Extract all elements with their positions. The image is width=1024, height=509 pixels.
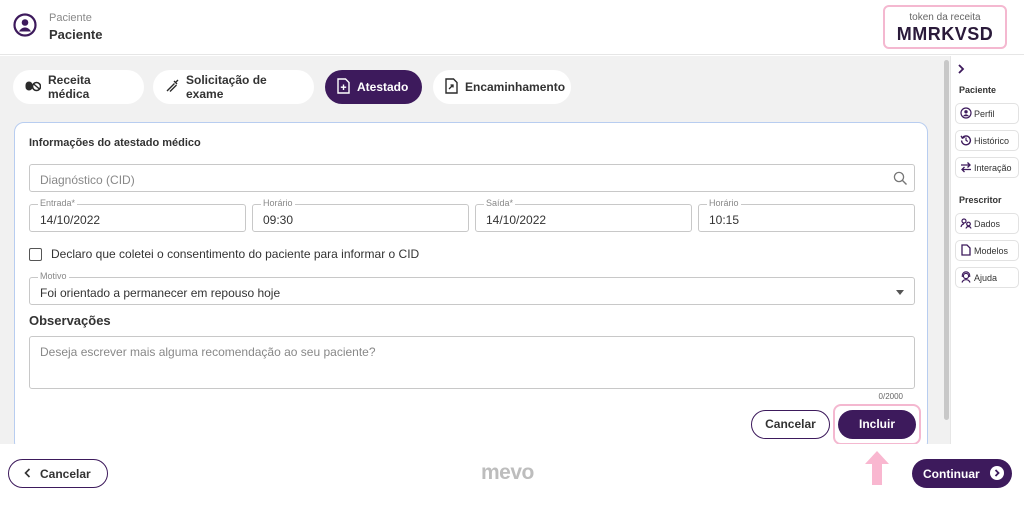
entrada-label: Entrada* <box>38 198 78 208</box>
sidebar-item-label: Ajuda <box>974 272 998 283</box>
tab-label: Solicitação de exame <box>186 73 267 101</box>
sidebar-item-label: Histórico <box>974 135 1010 146</box>
swap-arrows-icon <box>960 161 974 175</box>
character-counter: 0/2000 <box>878 392 903 401</box>
footer-bar: Cancelar mevo Continuar <box>0 444 1024 509</box>
saida-date-field[interactable]: Saída* 14/10/2022 <box>475 198 692 232</box>
back-cancel-label: Cancelar <box>40 466 91 481</box>
sidebar-item-label: Perfil <box>974 108 995 119</box>
saida-value: 14/10/2022 <box>486 213 547 227</box>
sidebar-item-dados[interactable]: Dados <box>955 213 1019 234</box>
continue-label: Continuar <box>923 466 980 481</box>
chevron-down-icon[interactable] <box>896 290 904 295</box>
consent-checkbox[interactable] <box>29 247 42 261</box>
arrow-up-icon <box>864 450 890 491</box>
user-circle-icon <box>960 106 974 121</box>
token-label: token da receita <box>909 12 981 23</box>
scrollbar[interactable] <box>943 56 950 444</box>
document-plus-icon <box>337 77 357 97</box>
horario-entrada-label: Horário <box>261 198 295 208</box>
cancel-button[interactable]: Cancelar <box>751 410 830 439</box>
patient-name: Paciente <box>49 27 103 42</box>
sidebar-item-label: Interação <box>974 162 1012 173</box>
tab-label: Receita médica <box>48 73 91 101</box>
sidebar-item-label: Modelos <box>974 245 1009 256</box>
form-title: Informações do atestado médico <box>29 137 201 149</box>
sidebar-item-label: Dados <box>974 218 1001 229</box>
motivo-select[interactable]: Motivo Foi orientado a permanecer em rep… <box>29 271 915 305</box>
back-cancel-button[interactable]: Cancelar <box>8 459 108 488</box>
pills-icon <box>25 80 48 95</box>
chevron-right-icon[interactable] <box>957 64 965 77</box>
tab-receita-medica[interactable]: Receita médica <box>13 70 144 104</box>
right-sidebar: Paciente Perfil Histórico Interação Pres… <box>950 56 1024 444</box>
arrow-right-circle-icon <box>990 466 1004 480</box>
syringe-icon <box>165 79 186 96</box>
observacoes-textarea[interactable]: Deseja escrever mais alguma recomendação… <box>29 336 915 389</box>
motivo-label: Motivo <box>38 271 69 281</box>
tab-encaminhamento[interactable]: Encaminhamento <box>433 70 571 104</box>
sidebar-item-perfil[interactable]: Perfil <box>955 103 1019 124</box>
tab-label: Atestado <box>357 80 409 94</box>
sidebar-item-modelos[interactable]: Modelos <box>955 240 1019 261</box>
sidebar-item-ajuda[interactable]: Ajuda <box>955 267 1019 288</box>
diagnosis-placeholder: Diagnóstico (CID) <box>40 173 135 187</box>
motivo-value: Foi orientado a permanecer em repouso ho… <box>40 286 281 300</box>
document-arrow-icon <box>445 77 465 97</box>
sidebar-section-prescritor: Prescritor <box>959 195 1002 205</box>
entrada-date-field[interactable]: Entrada* 14/10/2022 <box>29 198 246 232</box>
sidebar-item-interacao[interactable]: Interação <box>955 157 1019 178</box>
search-icon[interactable] <box>893 171 908 191</box>
horario-entrada-value: 09:30 <box>263 213 294 227</box>
horario-saida-value: 10:15 <box>709 213 740 227</box>
history-icon <box>960 134 974 148</box>
sidebar-item-historico[interactable]: Histórico <box>955 130 1019 151</box>
chevron-left-icon <box>24 467 40 481</box>
consent-label: Declaro que coletei o consentimento do p… <box>51 247 420 261</box>
sidebar-section-paciente: Paciente <box>959 85 997 95</box>
observacoes-placeholder: Deseja escrever mais alguma recomendação… <box>40 345 376 359</box>
header: Paciente Paciente token da receita MMRKV… <box>0 0 1024 55</box>
horario-entrada-field[interactable]: Horário 09:30 <box>252 198 469 232</box>
diagnosis-search-input[interactable]: Diagnóstico (CID) <box>29 164 915 192</box>
horario-saida-field[interactable]: Horário 10:15 <box>698 198 915 232</box>
continue-button[interactable]: Continuar <box>912 459 1012 488</box>
mevo-logo: mevo <box>481 461 534 484</box>
token-box: token da receita MMRKVSD <box>883 5 1007 49</box>
document-icon <box>960 243 974 258</box>
entrada-value: 14/10/2022 <box>40 213 101 227</box>
patient-label: Paciente <box>49 12 92 24</box>
observacoes-title: Observações <box>29 313 111 328</box>
main-content: Receita médica Solicitação de exame Ates… <box>0 56 943 452</box>
consent-row: Declaro que coletei o consentimento do p… <box>29 247 419 261</box>
support-icon <box>960 270 974 285</box>
tab-solicitacao-exame[interactable]: Solicitação de exame <box>153 70 314 104</box>
horario-saida-label: Horário <box>707 198 741 208</box>
tab-atestado[interactable]: Atestado <box>325 70 422 104</box>
scrollbar-thumb[interactable] <box>944 60 949 420</box>
tab-label: Encaminhamento <box>465 80 566 94</box>
users-icon <box>960 217 974 231</box>
include-button[interactable]: Incluir <box>838 410 916 439</box>
user-circle-icon <box>13 13 37 37</box>
saida-label: Saída* <box>484 198 516 208</box>
token-value: MMRKVSD <box>896 24 994 44</box>
atestado-form-card: Informações do atestado médico Diagnósti… <box>14 122 928 452</box>
